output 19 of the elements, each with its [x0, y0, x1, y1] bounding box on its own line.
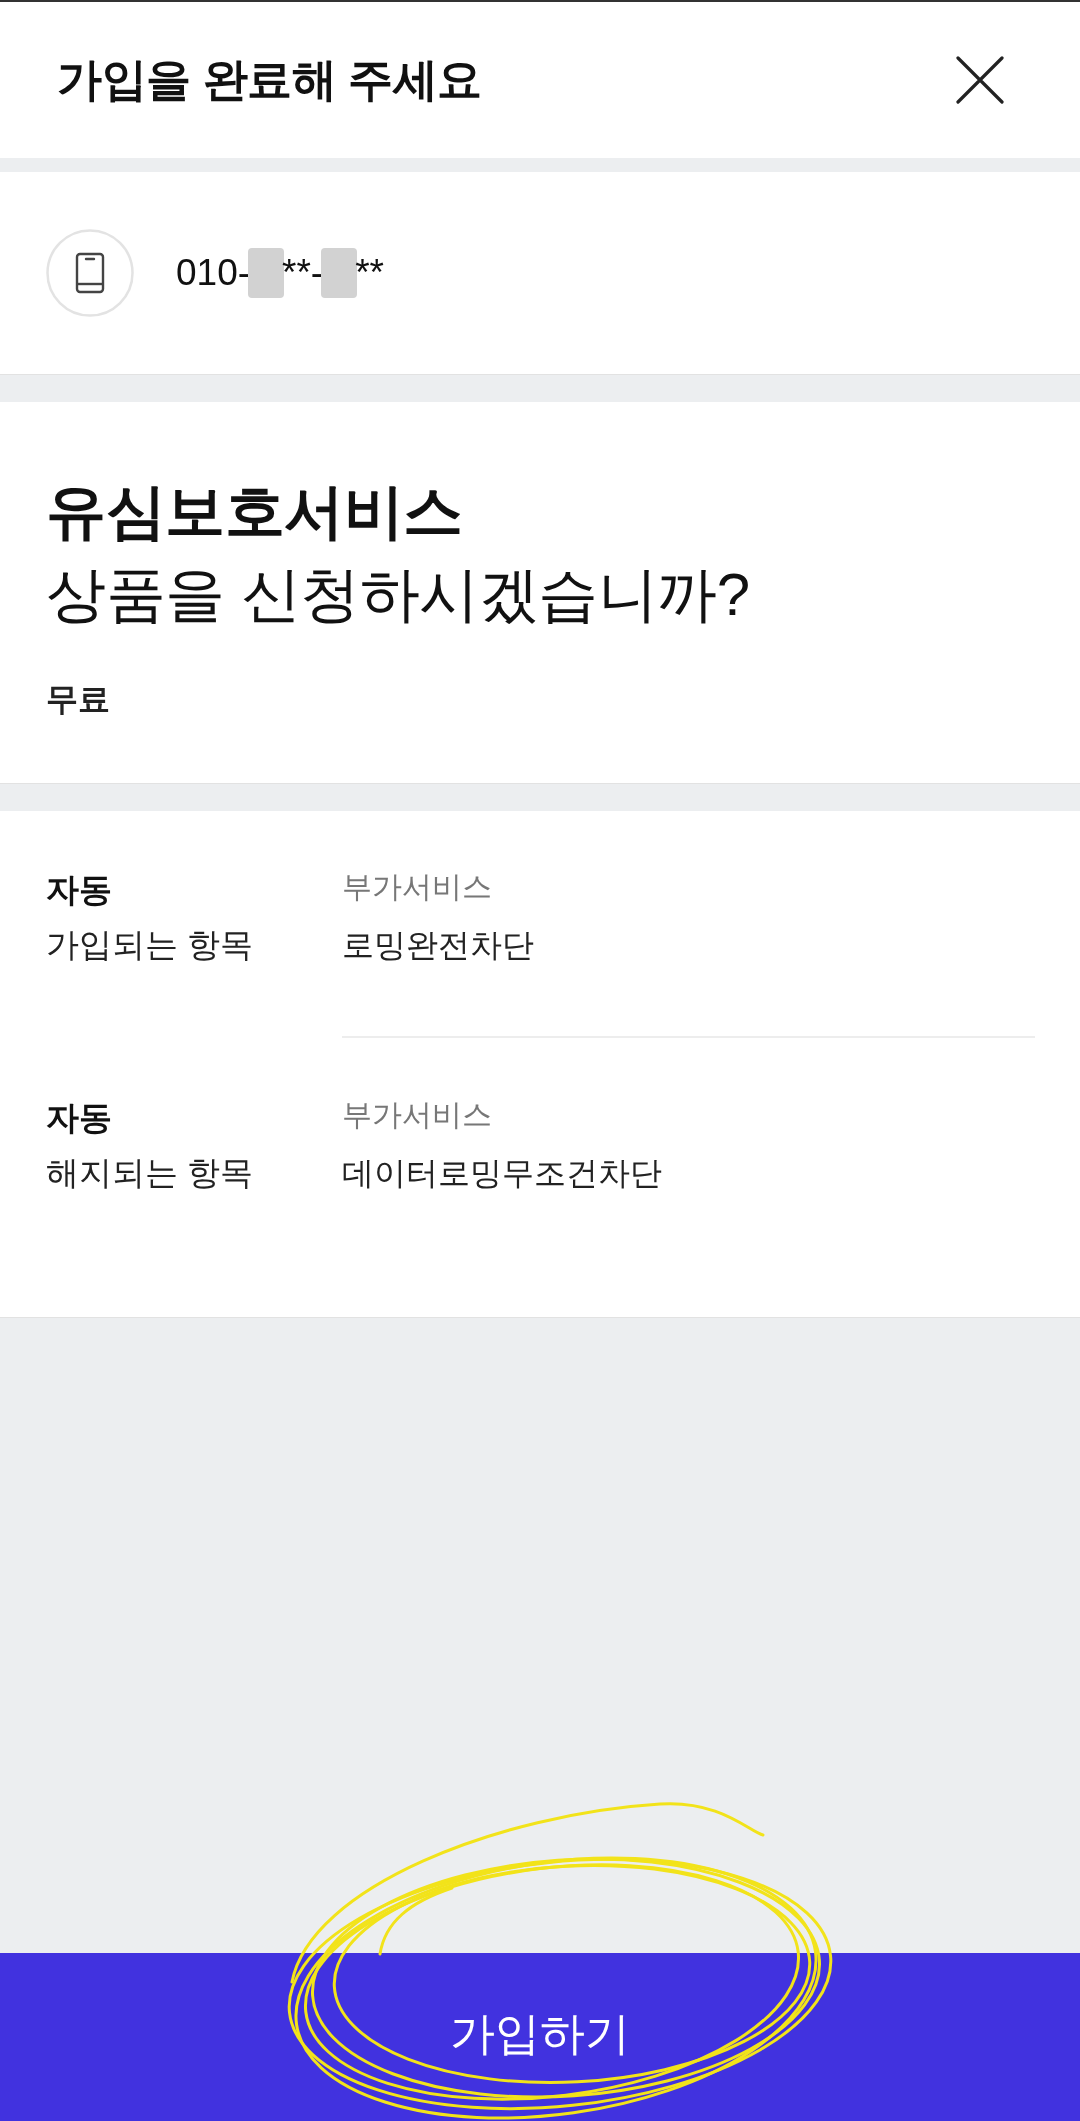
page-title: 가입을 완료해 주세요	[57, 53, 482, 107]
change-type-label: 자동	[46, 870, 113, 910]
phone-number-text: 010-	[176, 252, 251, 294]
phone-icon	[46, 229, 134, 317]
service-category: 부가서비스	[342, 869, 493, 905]
change-label: 가입되는 항목	[46, 925, 255, 965]
service-name: 데이터로밍무조건차단	[342, 1154, 663, 1193]
service-category: 부가서비스	[342, 1097, 493, 1133]
change-type-label: 자동	[46, 1098, 113, 1138]
close-icon[interactable]	[956, 56, 1004, 104]
phone-number-text: **-	[282, 252, 324, 294]
service-name: 로밍완전차단	[342, 926, 535, 965]
product-question: 상품을 신청하시겠습니까?	[46, 560, 751, 630]
join-button[interactable]: 가입하기	[0, 1953, 1080, 2121]
product-price: 무료	[46, 680, 111, 719]
redaction-blur-block	[321, 248, 358, 298]
phone-number-text: **	[355, 252, 384, 294]
product-name: 유심보호서비스	[46, 477, 464, 547]
change-label: 해지되는 항목	[46, 1153, 255, 1193]
